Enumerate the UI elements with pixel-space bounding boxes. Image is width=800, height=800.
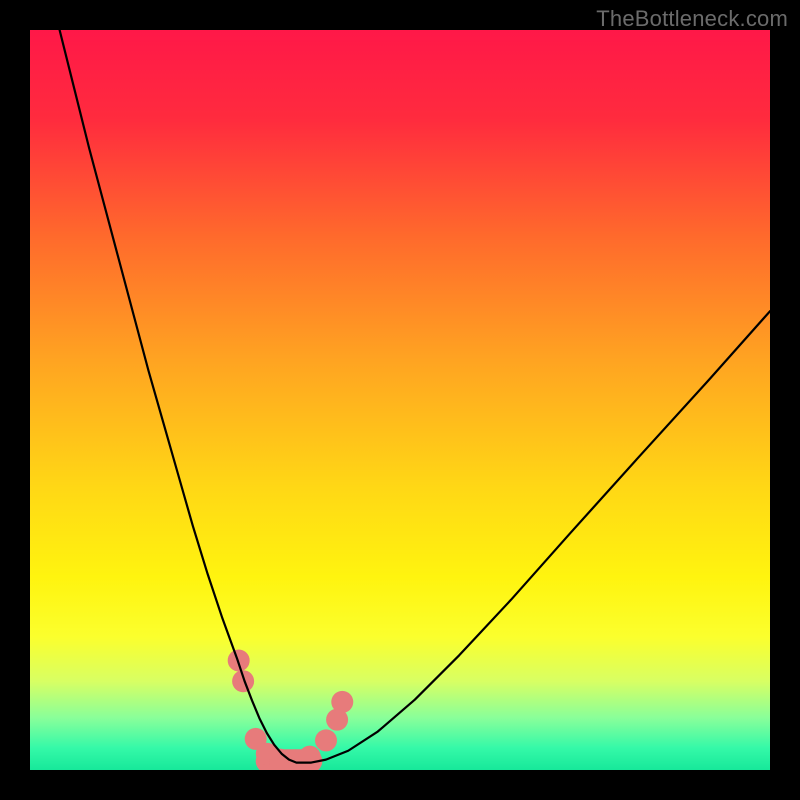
chart-frame: TheBottleneck.com (0, 0, 800, 800)
marker-point (331, 691, 353, 713)
bottleneck-chart (30, 30, 770, 770)
marker-point (315, 729, 337, 751)
chart-background (30, 30, 770, 770)
plot-area (30, 30, 770, 770)
watermark-text: TheBottleneck.com (596, 6, 788, 32)
marker-point (299, 746, 321, 768)
